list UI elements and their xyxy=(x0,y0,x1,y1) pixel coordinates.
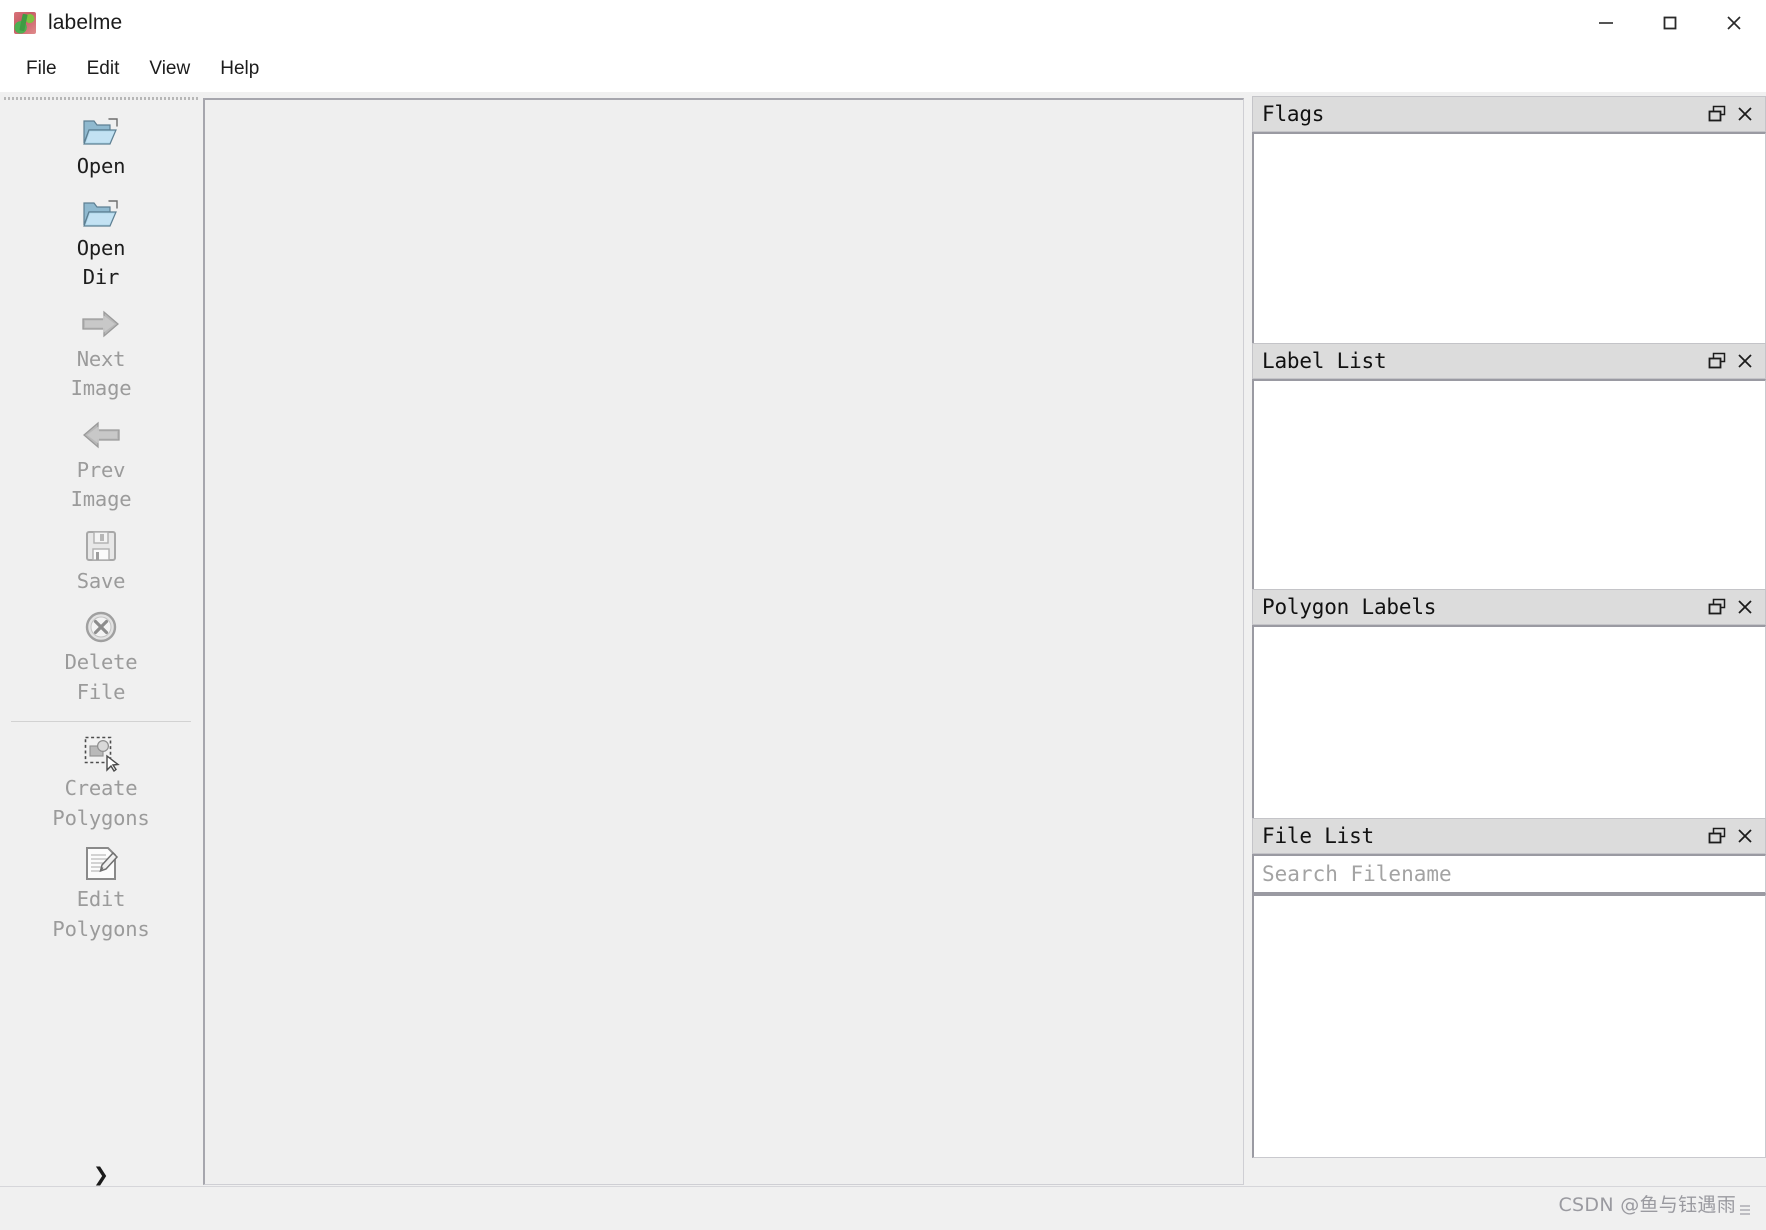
create-polygon-icon xyxy=(79,732,123,774)
dock-list-label-list[interactable] xyxy=(1252,379,1766,592)
close-icon[interactable] xyxy=(1731,347,1759,375)
menu-item-file[interactable]: File xyxy=(12,54,71,84)
search-filename-input[interactable] xyxy=(1252,854,1766,894)
image-canvas[interactable] xyxy=(203,98,1244,1185)
status-bar xyxy=(0,1186,1766,1230)
labelme-logo-icon xyxy=(14,12,36,34)
dock-title-bar-polygon-labels[interactable]: Polygon Labels xyxy=(1252,589,1766,625)
left-toolbar: Open Open Dir Next Image Prev Image Save xyxy=(0,92,202,1185)
dock-panel-file-list: File List xyxy=(1252,818,1766,1158)
canvas-surface[interactable] xyxy=(205,100,1243,1184)
toolbar-button-create-polygons[interactable]: Create Polygons xyxy=(0,728,202,839)
labelme-window: labelme File Edit View Help Open Open Di… xyxy=(0,0,1766,1230)
toolbar-button-label: Prev Image xyxy=(70,457,132,512)
close-icon[interactable] xyxy=(1702,0,1766,46)
toolbar-button-prev-image[interactable]: Prev Image xyxy=(0,410,202,521)
toolbar-button-label: Delete File xyxy=(64,650,138,704)
float-window-icon[interactable] xyxy=(1703,593,1731,621)
float-window-icon[interactable] xyxy=(1703,347,1731,375)
dock-title-flags: Flags xyxy=(1262,102,1325,126)
toolbar-button-next-image[interactable]: Next Image xyxy=(0,299,202,410)
toolbar-button-label: Save xyxy=(76,568,126,593)
toolbar-drag-handle[interactable] xyxy=(4,94,200,103)
close-icon[interactable] xyxy=(1731,822,1759,850)
toolbar-button-label: Open Dir xyxy=(76,235,126,290)
right-dock-area: Flags Label List Polygon Labels File Lis… xyxy=(1252,96,1766,1188)
dock-title-bar-label-list[interactable]: Label List xyxy=(1252,343,1766,379)
toolbar-button-open-dir[interactable]: Open Dir xyxy=(0,188,202,299)
toolbar-button-label: Create Polygons xyxy=(52,776,150,830)
close-icon[interactable] xyxy=(1731,593,1759,621)
arrow-right-icon xyxy=(79,303,123,345)
dock-title-label-list: Label List xyxy=(1262,349,1387,373)
dock-panel-flags: Flags xyxy=(1252,96,1766,347)
dock-title-file-list: File List xyxy=(1262,824,1374,848)
title-bar: labelme xyxy=(0,0,1766,46)
dock-title-bar-file-list[interactable]: File List xyxy=(1252,818,1766,854)
chevron-down-icon: ❯ xyxy=(93,1164,109,1186)
open-folder-icon xyxy=(79,110,123,152)
floppy-disk-icon xyxy=(79,525,123,567)
menu-bar: File Edit View Help xyxy=(0,46,1766,92)
dock-title-polygon-labels: Polygon Labels xyxy=(1262,595,1437,619)
edit-polygon-icon xyxy=(79,843,123,885)
float-window-icon[interactable] xyxy=(1703,822,1731,850)
dock-list-polygon-labels[interactable] xyxy=(1252,625,1766,825)
csdn-watermark: CSDN @鱼与钰遇雨 xyxy=(1558,1190,1750,1217)
arrow-left-icon xyxy=(79,414,123,456)
dock-list-file-list[interactable] xyxy=(1252,894,1766,1158)
toolbar-overflow-button[interactable]: ❯ xyxy=(0,1164,202,1186)
maximize-icon[interactable] xyxy=(1638,0,1702,46)
menu-item-help[interactable]: Help xyxy=(206,54,273,84)
dock-panel-label-list: Label List xyxy=(1252,343,1766,592)
window-title: labelme xyxy=(48,11,123,34)
dock-list-flags[interactable] xyxy=(1252,132,1766,347)
watermark-text: CSDN @鱼与钰遇雨 xyxy=(1558,1194,1736,1216)
delete-circle-x-icon xyxy=(79,606,123,648)
watermark-dots-icon xyxy=(1740,1205,1750,1217)
menu-item-edit[interactable]: Edit xyxy=(73,54,134,84)
toolbar-button-label: Open xyxy=(76,154,126,178)
dock-title-bar-flags[interactable]: Flags xyxy=(1252,96,1766,132)
toolbar-button-label: Next Image xyxy=(70,346,132,401)
window-controls xyxy=(1574,0,1766,46)
open-folder-icon xyxy=(79,192,123,234)
float-window-icon[interactable] xyxy=(1703,100,1731,128)
minimize-icon[interactable] xyxy=(1574,0,1638,46)
toolbar-separator xyxy=(11,721,191,723)
toolbar-button-list: Open Open Dir Next Image Prev Image Save xyxy=(0,106,202,950)
toolbar-button-save[interactable]: Save xyxy=(0,521,202,603)
close-icon[interactable] xyxy=(1731,100,1759,128)
menu-item-view[interactable]: View xyxy=(135,54,204,84)
toolbar-button-edit-polygons[interactable]: Edit Polygons xyxy=(0,839,202,950)
dock-panel-polygon-labels: Polygon Labels xyxy=(1252,589,1766,825)
toolbar-button-open[interactable]: Open xyxy=(0,106,202,188)
toolbar-button-label: Edit Polygons xyxy=(52,887,150,941)
toolbar-button-delete-file[interactable]: Delete File xyxy=(0,602,202,713)
